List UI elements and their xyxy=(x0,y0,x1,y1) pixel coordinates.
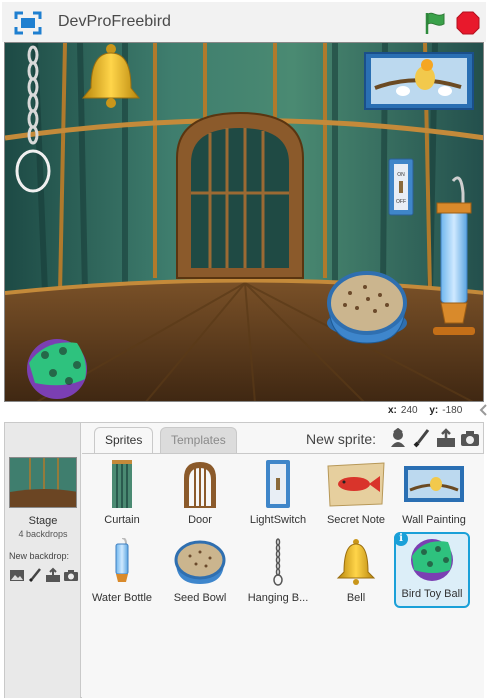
bird-toy-ball-thumbnail xyxy=(411,539,453,581)
project-title[interactable]: DevProFreebird xyxy=(58,13,171,31)
new-sprite-label: New sprite: xyxy=(306,431,377,447)
svg-text:ON: ON xyxy=(397,172,405,178)
tab-sprites[interactable]: Sprites xyxy=(94,427,154,454)
sprite-secret-note[interactable]: Secret Note xyxy=(318,458,394,532)
wall-painting-thumbnail xyxy=(404,466,464,502)
paint-icon[interactable] xyxy=(9,567,25,583)
stage-label: Stage xyxy=(28,515,58,527)
green-flag-icon[interactable] xyxy=(422,10,448,36)
sprite-seed-bowl[interactable]: Seed Bowl xyxy=(162,536,238,610)
stage[interactable]: ON OFF xyxy=(4,42,484,402)
curtain-thumbnail xyxy=(112,460,132,508)
bell-thumbnail xyxy=(336,539,376,585)
sprite-tabs: Sprites Templates New sprite: xyxy=(82,423,484,454)
new-sprite-tools xyxy=(386,427,482,448)
seed-bowl-sprite xyxy=(327,271,407,344)
sprite-lightswitch[interactable]: LightSwitch xyxy=(240,458,316,532)
camera-icon[interactable] xyxy=(460,428,480,448)
new-backdrop-tools xyxy=(7,567,81,585)
sprite-name: Bird Toy Ball xyxy=(401,588,463,600)
hanging-bar-thumbnail xyxy=(273,538,283,586)
bird-toy-ball-sprite xyxy=(27,339,87,399)
project-header: DevProFreebird xyxy=(2,2,486,42)
sprite-bird-toy-ball[interactable]: i Bird Toy Ball xyxy=(394,532,470,608)
y-label: y: xyxy=(429,405,439,416)
wall-painting-sprite xyxy=(364,52,474,110)
x-label: x: xyxy=(388,405,397,416)
x-value: 240 xyxy=(400,405,418,416)
stage-scene: ON OFF xyxy=(5,43,483,401)
sprite-hanging-bar[interactable]: Hanging B... xyxy=(240,536,316,610)
sprite-curtain[interactable]: Curtain xyxy=(84,458,160,532)
sprite-name: Secret Note xyxy=(326,514,386,526)
sprite-bell[interactable]: Bell xyxy=(318,536,394,610)
sprite-door[interactable]: Door xyxy=(162,458,238,532)
sprite-water-bottle[interactable]: Water Bottle xyxy=(84,536,160,610)
sprite-name: Door xyxy=(188,514,212,526)
fullscreen-icon[interactable] xyxy=(14,11,42,35)
lightswitch-sprite: ON OFF xyxy=(388,158,414,216)
svg-text:OFF: OFF xyxy=(396,199,406,205)
brush-icon[interactable] xyxy=(27,567,43,583)
scroll-left-icon[interactable] xyxy=(478,403,488,417)
secret-note-thumbnail xyxy=(327,462,385,507)
water-bottle-thumbnail xyxy=(115,538,129,582)
upload-icon[interactable] xyxy=(436,428,456,448)
sprite-wall-painting[interactable]: Wall Painting xyxy=(396,458,472,532)
sprite-name: Hanging B... xyxy=(247,592,309,604)
y-value: -180 xyxy=(442,405,463,416)
sprite-name: Bell xyxy=(346,592,366,604)
sprite-name: Curtain xyxy=(104,514,140,526)
sprite-list: Curtain Door LightSwitch Secret Note Wal… xyxy=(82,453,484,698)
stage-thumbnail[interactable] xyxy=(9,457,77,508)
sprite-name: Seed Bowl xyxy=(173,592,227,604)
seed-bowl-thumbnail xyxy=(174,540,226,584)
new-backdrop-label: New backdrop: xyxy=(9,551,70,561)
camera-icon[interactable] xyxy=(63,567,79,583)
backdrop-count: 4 backdrops xyxy=(18,529,68,539)
upload-icon[interactable] xyxy=(45,567,61,583)
lightswitch-thumbnail xyxy=(266,460,290,508)
mouse-coordinates: x: 240 y: -180 xyxy=(388,405,471,416)
stop-sign-icon[interactable] xyxy=(456,11,480,35)
door-thumbnail xyxy=(184,462,216,508)
sprite-name: Wall Painting xyxy=(402,514,466,526)
tab-templates[interactable]: Templates xyxy=(160,427,237,453)
sprite-library-panel: Stage 4 backdrops New backdrop: Sprites … xyxy=(4,422,484,698)
character-icon[interactable] xyxy=(388,427,408,448)
sprite-name: LightSwitch xyxy=(249,514,307,526)
door-sprite xyxy=(176,111,304,279)
brush-icon[interactable] xyxy=(412,428,432,448)
sprite-name: Water Bottle xyxy=(91,592,153,604)
stage-pane[interactable]: Stage 4 backdrops New backdrop: xyxy=(5,423,81,698)
